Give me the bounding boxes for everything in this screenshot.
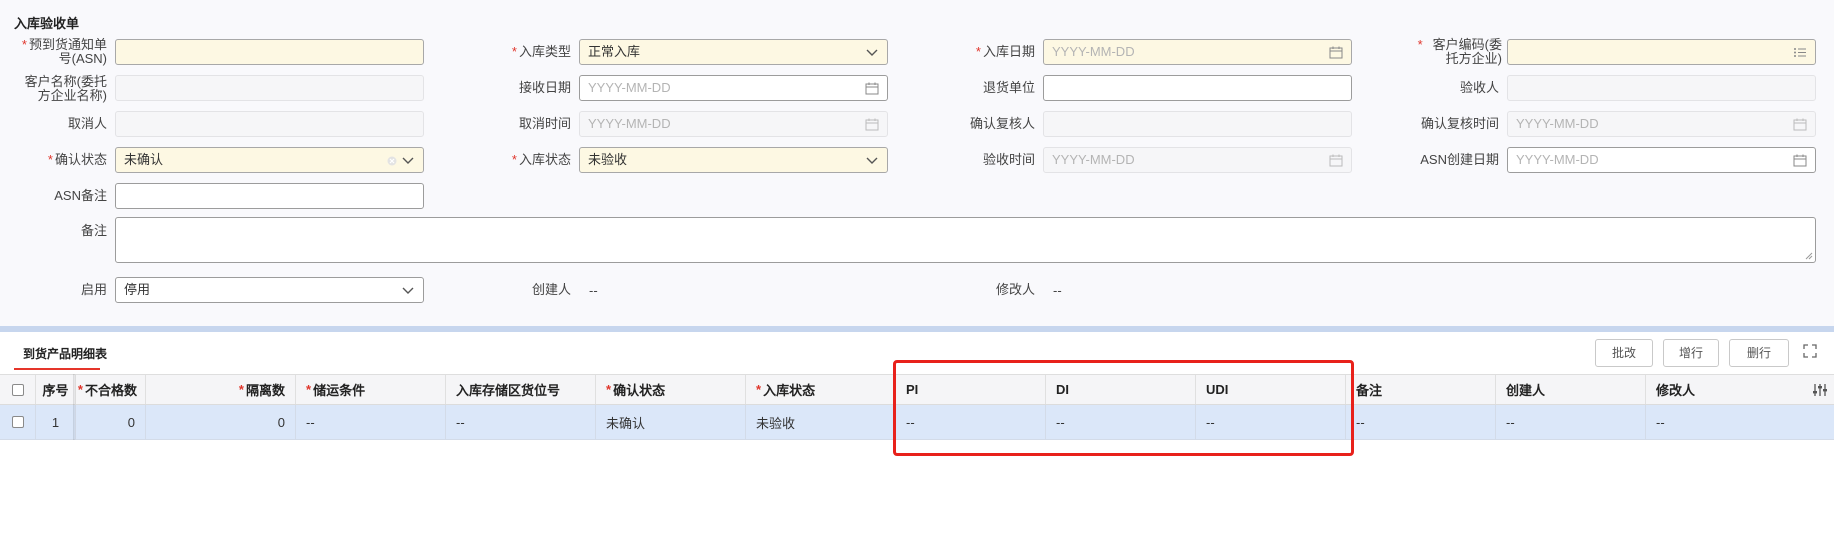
creator-label: 创建人 [531,282,571,297]
customer-code-label: * 客户编码(委 托方企业) [1417,37,1502,66]
cell-shipping[interactable]: -- [296,405,446,439]
review-confirm-time-picker: YYYY-MM-DD [1507,111,1816,137]
col-confirm-status[interactable]: * 确认状态 [596,375,746,404]
cell-location[interactable]: -- [446,405,596,439]
row-checkbox[interactable] [11,416,24,428]
col-creator[interactable]: 创建人 [1496,375,1646,404]
confirm-status-select[interactable]: 未确认 [115,147,424,173]
canceller-label: 取消人 [67,116,107,131]
cancel-time-label: 取消时间 [518,116,571,131]
active-tab-indicator [14,368,100,370]
row-select-cell [0,405,36,439]
remark-label: 备注 [80,223,107,238]
inspector-input [1507,75,1816,101]
asn-created-date-picker[interactable]: YYYY-MM-DD [1507,147,1816,173]
clear-icon[interactable] [387,156,397,166]
receive-date-picker[interactable]: YYYY-MM-DD [579,75,888,101]
column-settings-icon[interactable] [1812,382,1828,398]
inbound-date-label: * 入库日期 [975,44,1035,59]
annotation-highlight-box [893,360,1354,456]
calendar-icon [865,118,879,131]
receive-date-label: 接收日期 [518,80,571,95]
col-shipping[interactable]: * 储运条件 [296,375,446,404]
add-row-button[interactable]: 增行 [1663,339,1719,367]
inbound-type-label: * 入库类型 [511,44,571,59]
review-confirm-time-label: 确认复核时间 [1420,116,1499,131]
cell-remark[interactable]: -- [1346,405,1496,439]
asn-label: * 预到货通知单 号(ASN) [21,37,107,66]
customer-code-input[interactable] [1507,39,1816,65]
inbound-status-label: * 入库状态 [511,152,571,167]
col-unqualified[interactable]: * 不合格数 [76,375,146,404]
asn-input[interactable] [115,39,424,65]
chevron-down-icon [402,287,414,294]
col-remark[interactable]: 备注 [1346,375,1496,404]
col-location[interactable]: 入库存储区货位号 [446,375,596,404]
required-mark: * [21,37,27,52]
calendar-icon [865,82,879,95]
tab-arrival-product-detail[interactable]: 到货产品明细表 [23,345,107,362]
calendar-icon [1329,154,1343,167]
fullscreen-icon[interactable] [1802,343,1818,359]
delete-row-button[interactable]: 删行 [1729,339,1789,367]
review-confirmer-label: 确认复核人 [969,116,1035,131]
inbound-date-picker[interactable]: YYYY-MM-DD [1043,39,1352,65]
list-icon [1794,48,1806,57]
customer-name-label: 客户名称(委托 方企业名称) [24,74,107,103]
return-unit-input[interactable] [1043,75,1352,101]
creator-value: -- [589,283,598,298]
cell-unqualified[interactable]: 0 [76,405,146,439]
canceller-input [115,111,424,137]
inspector-label: 验收人 [1459,80,1499,95]
cell-creator: -- [1496,405,1646,439]
calendar-icon [1329,46,1343,59]
cell-seq: 1 [36,405,76,439]
section-divider [0,326,1834,332]
cell-isolated[interactable]: 0 [146,405,296,439]
col-isolated[interactable]: * 隔离数 [146,375,296,404]
chevron-down-icon [866,49,878,56]
chevron-down-icon [402,157,414,164]
confirm-status-label: * 确认状态 [47,152,107,167]
customer-name-input [115,75,424,101]
return-unit-label: 退货单位 [982,80,1035,95]
cell-inbound-status[interactable]: 未验收 [746,405,896,439]
col-seq[interactable]: 序号 [36,375,76,404]
frozen-column-shadow [73,374,76,440]
inspect-time-picker: YYYY-MM-DD [1043,147,1352,173]
asn-created-date-label: ASN创建日期 [1420,152,1499,167]
enabled-select[interactable]: 停用 [115,277,424,303]
asn-remark-label: ASN备注 [54,188,107,203]
cell-modifier: -- [1656,414,1665,430]
batch-edit-button[interactable]: 批改 [1595,339,1653,367]
calendar-icon [1793,118,1807,131]
resize-grip-icon[interactable] [1805,252,1813,260]
remark-textarea[interactable] [115,217,1816,263]
modifier-value: -- [1053,283,1062,298]
select-all-cell [0,375,36,404]
calendar-icon [1793,154,1807,167]
inbound-type-select[interactable]: 正常入库 [579,39,888,65]
enabled-label: 启用 [80,282,107,297]
chevron-down-icon [866,157,878,164]
inbound-status-select[interactable]: 未验收 [579,147,888,173]
asn-remark-input[interactable] [115,183,424,209]
cancel-time-picker: YYYY-MM-DD [579,111,888,137]
cell-confirm-status[interactable]: 未确认 [596,405,746,439]
modifier-label: 修改人 [995,282,1035,297]
form-title: 入库验收单 [14,16,80,31]
col-modifier[interactable]: 修改人 [1646,375,1834,404]
col-inbound-status[interactable]: * 入库状态 [746,375,896,404]
inbound-acceptance-form: 入库验收单 * 预到货通知单 号(ASN) * 入库类型 正常入库 * 入库日期 YY… [0,0,1834,326]
select-all-checkbox[interactable] [11,383,24,396]
inspect-time-label: 验收时间 [982,152,1035,167]
review-confirmer-input [1043,111,1352,137]
